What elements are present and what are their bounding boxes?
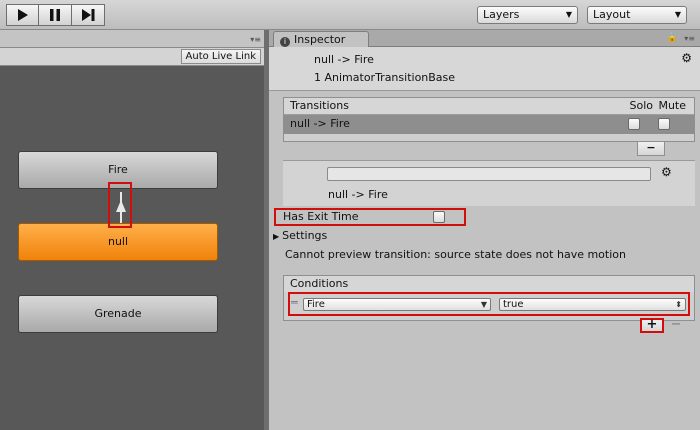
animator-tab-bar: ▾≡ — [0, 30, 264, 48]
chevron-right-icon: ▶ — [273, 232, 280, 241]
chevron-down-icon: ▼ — [674, 10, 681, 19]
inspector-header: null -> Fire 1 AnimatorTransitionBase ⚙ — [269, 47, 700, 91]
animator-panel: ▾≡ Auto Live Link Fire null Grenade — [0, 30, 264, 430]
state-node-grenade[interactable]: Grenade — [18, 295, 218, 333]
solo-checkbox[interactable] — [628, 118, 640, 130]
has-exit-time-checkbox[interactable] — [433, 211, 445, 223]
mute-column-label: Mute — [658, 99, 686, 112]
play-icon — [17, 9, 28, 21]
step-button[interactable] — [72, 4, 105, 26]
toolbar: Layers ▼ Layout ▼ — [0, 0, 700, 30]
play-button[interactable] — [6, 4, 39, 26]
conditions-list: Conditions ═ Fire ▼ true ⬍ — [283, 275, 695, 321]
state-label: Grenade — [94, 307, 142, 320]
inspector-panel: i Inspector 🔒 ▾≡ null -> Fire 1 AnimatorT… — [269, 30, 700, 430]
transition-row-label: null -> Fire — [290, 117, 350, 130]
info-icon: i — [280, 37, 290, 47]
state-label: Fire — [108, 163, 128, 176]
panel-menu-icon[interactable]: ▾≡ — [250, 35, 261, 44]
auto-live-link-button[interactable]: Auto Live Link — [180, 49, 261, 64]
playback-controls — [6, 4, 105, 26]
chevron-down-icon: ▼ — [565, 10, 572, 19]
transition-detail-label: null -> Fire — [328, 188, 388, 201]
inspector-tab-bar: i Inspector 🔒 ▾≡ — [269, 30, 700, 47]
solo-column-label: Solo — [629, 99, 654, 112]
transitions-list: Transitions Solo Mute null -> Fire — [283, 97, 695, 142]
step-icon — [82, 9, 95, 21]
settings-foldout[interactable]: ▶ Settings — [273, 229, 327, 244]
animator-toolbar: Auto Live Link — [0, 48, 264, 66]
settings-label: Settings — [282, 229, 328, 242]
gear-icon[interactable]: ⚙ — [681, 52, 692, 64]
condition-row: ═ Fire ▼ true ⬍ — [288, 292, 690, 316]
transitions-title: Transitions — [290, 99, 349, 112]
remove-condition-button[interactable]: − — [667, 318, 685, 332]
pause-icon — [50, 9, 60, 21]
condition-value-select[interactable]: true ⬍ — [499, 298, 686, 311]
condition-value: true — [503, 299, 524, 310]
panel-menu-icon[interactable]: ▾≡ — [684, 34, 695, 43]
has-exit-time-row: Has Exit Time — [274, 208, 466, 226]
transitions-header: Transitions Solo Mute — [284, 98, 694, 115]
transition-name-field[interactable] — [327, 167, 651, 181]
layers-label: Layers — [483, 8, 520, 21]
layers-dropdown[interactable]: Layers ▼ — [477, 6, 578, 24]
transition-detail: ⚙ null -> Fire — [283, 160, 695, 206]
state-label: null — [107, 235, 129, 248]
mute-checkbox[interactable] — [658, 118, 670, 130]
has-exit-time-label: Has Exit Time — [283, 210, 359, 223]
condition-parameter-select[interactable]: Fire ▼ — [303, 298, 491, 311]
pause-button[interactable] — [39, 4, 72, 26]
tab-inspector[interactable]: i Inspector — [273, 31, 369, 47]
drag-handle-icon[interactable]: ═ — [291, 297, 298, 309]
lock-icon[interactable]: 🔒 — [667, 33, 678, 43]
state-node-null[interactable]: null — [18, 223, 218, 261]
remove-transition-button[interactable]: − — [637, 142, 665, 156]
conditions-header: Conditions — [284, 276, 694, 292]
tab-label: Inspector — [294, 33, 346, 46]
transition-title: null -> Fire — [314, 53, 374, 66]
layout-label: Layout — [593, 8, 631, 21]
transition-row[interactable]: null -> Fire — [284, 115, 694, 134]
transition-highlight — [108, 182, 132, 228]
preview-message: Cannot preview transition: source state … — [285, 248, 626, 261]
chevron-down-icon: ▼ — [480, 300, 487, 309]
add-condition-button[interactable]: + — [640, 318, 664, 333]
layout-dropdown[interactable]: Layout ▼ — [587, 6, 687, 24]
gear-icon[interactable]: ⚙ — [661, 166, 672, 178]
transition-type: 1 AnimatorTransitionBase — [314, 71, 456, 84]
condition-parameter-value: Fire — [307, 299, 325, 310]
updown-icon: ⬍ — [675, 300, 682, 309]
